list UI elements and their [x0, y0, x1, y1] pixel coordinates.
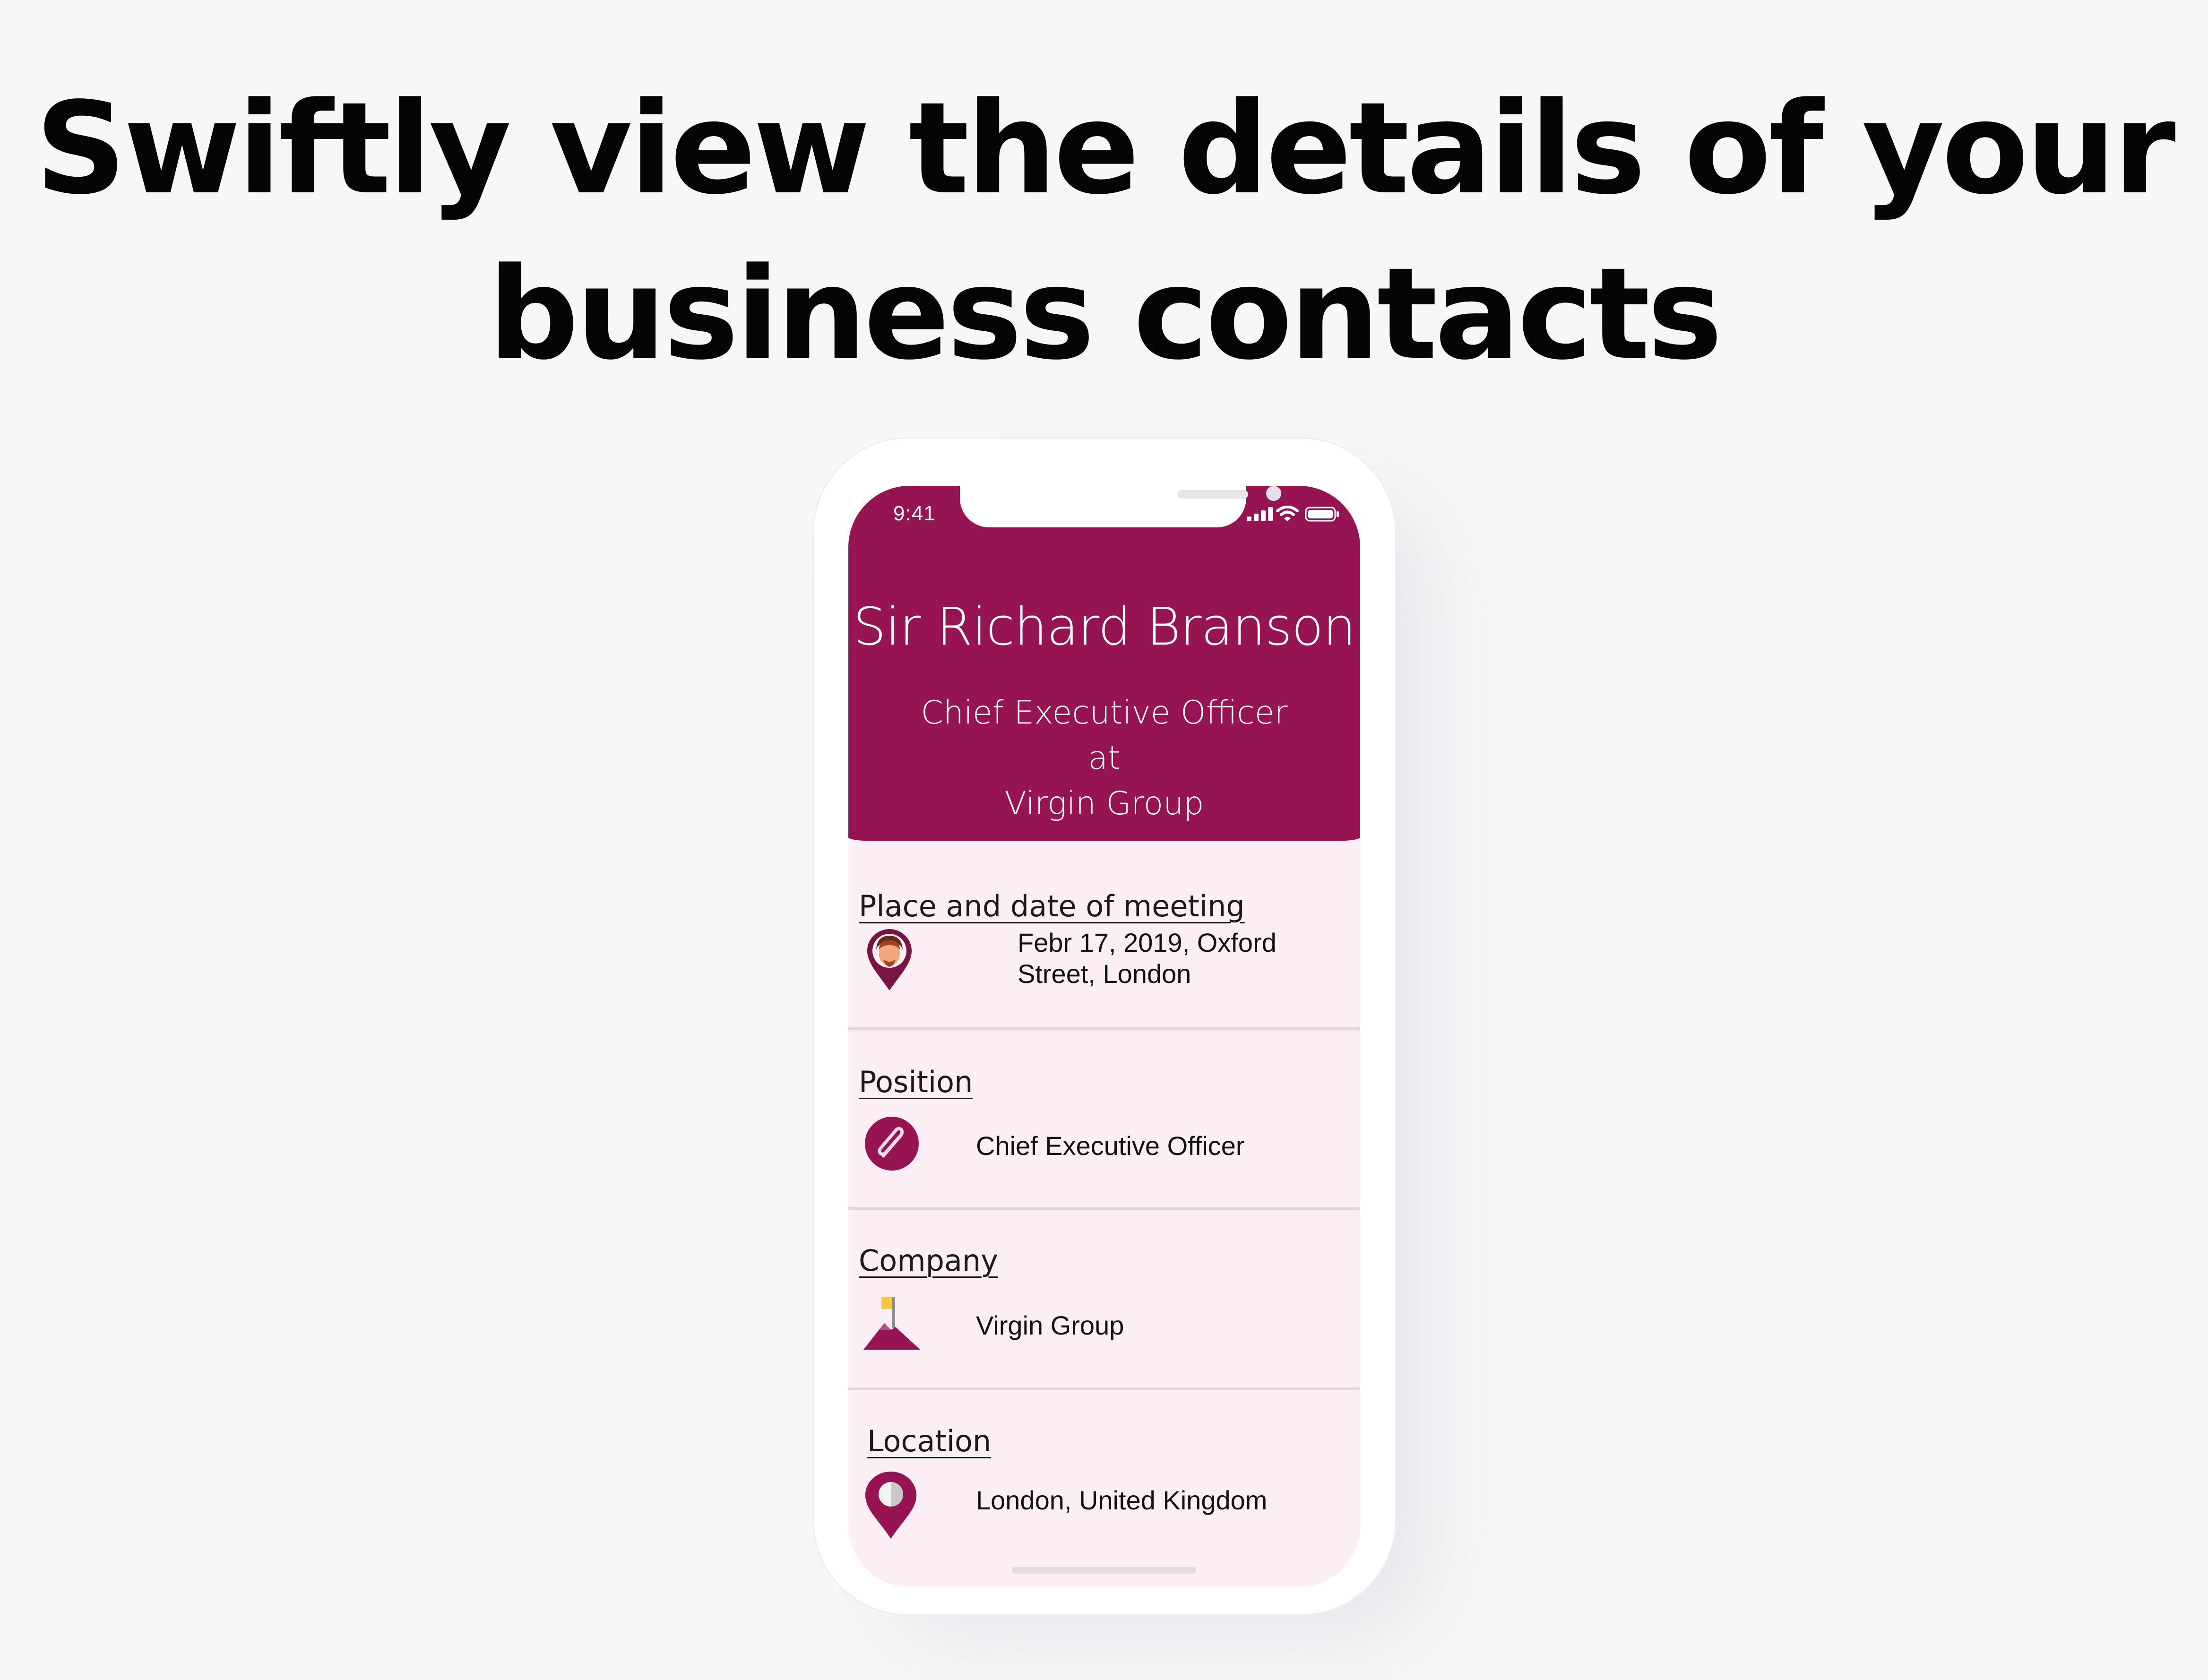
contact-name: Sir Richard Branson: [853, 596, 1356, 657]
home-indicator[interactable]: [1012, 1567, 1196, 1574]
headline-line-1: Swiftly view the details of your: [35, 75, 2175, 223]
contact-role-line-1: Chief Executive Officer at: [921, 694, 1288, 777]
wifi-icon: [1276, 506, 1299, 521]
location-value: London, United Kingdom: [976, 1485, 1268, 1515]
section-company[interactable]: Company Virgin Group: [848, 1210, 1360, 1389]
speaker-grille: [1177, 490, 1248, 499]
front-camera: [1266, 486, 1281, 501]
headline: Swiftly view the details of your busines…: [0, 66, 2208, 397]
section-label-position: Position: [859, 1065, 973, 1099]
meeting-value: Febr 17, 2019, Oxford Street, London: [1018, 927, 1276, 990]
phone-screen: 9:41 Sir Richard Branson Chief Executive…: [848, 486, 1360, 1587]
paperclip-icon: [865, 1117, 919, 1171]
section-position[interactable]: Position Chief Executive Officer: [848, 1030, 1360, 1210]
meeting-pin-icon: [867, 929, 912, 991]
position-value: Chief Executive Officer: [976, 1131, 1245, 1161]
contact-role: Chief Executive Officer at Virgin Group: [900, 690, 1308, 827]
status-time: 9:41: [893, 502, 936, 525]
meeting-value-line-1: Febr 17, 2019, Oxford: [1018, 928, 1276, 957]
contact-role-line-2: Virgin Group: [1004, 785, 1204, 822]
meeting-value-line-2: Street, London: [1018, 959, 1191, 989]
company-value: Virgin Group: [976, 1310, 1124, 1340]
headline-line-2: business contacts: [488, 241, 1723, 388]
contact-header: 9:41 Sir Richard Branson Chief Executive…: [848, 486, 1360, 841]
section-label-company: Company: [859, 1243, 998, 1278]
section-label-meeting: Place and date of meeting: [859, 889, 1245, 923]
section-meeting[interactable]: Place and date of meeting Febr 17, 2019,…: [848, 841, 1360, 1039]
section-label-location: Location: [867, 1424, 992, 1458]
signal-icon: [1247, 507, 1273, 521]
phone-notch: [960, 486, 1281, 527]
battery-icon: [1305, 507, 1339, 522]
section-location[interactable]: Location London, United Kingdom: [848, 1390, 1360, 1560]
location-pin-icon: [865, 1472, 916, 1539]
mountain-flag-icon: [863, 1297, 920, 1350]
